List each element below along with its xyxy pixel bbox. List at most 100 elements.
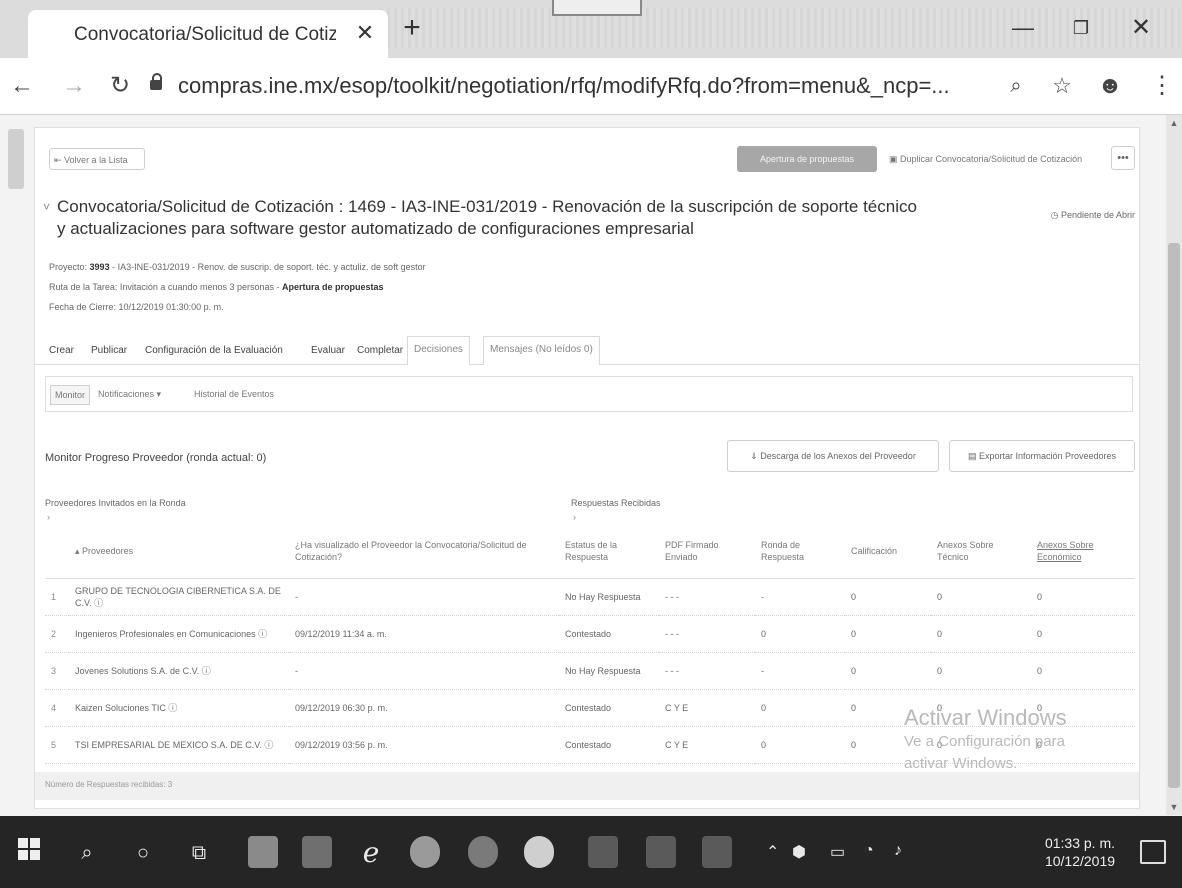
tab-close-icon[interactable]: ✕ [350, 18, 380, 48]
download-attachments-button[interactable]: ⇓ Descarga de los Anexos del Proveedor [727, 440, 939, 472]
tray-overflow-icon[interactable]: ⌃ [766, 842, 779, 862]
col-header-status: Estatus de la Respuesta [559, 524, 659, 579]
export-icon: ▤ [967, 451, 979, 461]
chrome-icon[interactable] [410, 836, 440, 868]
response-status: Contestado [559, 689, 659, 727]
scroll-down-icon[interactable]: ▼ [1168, 801, 1180, 813]
duplicate-rfq-button[interactable]: ▣ Duplicar Convocatoria/Solicitud de Cot… [889, 150, 1103, 168]
economic-attachments: 0 [1031, 689, 1135, 727]
response-status: Contestado [559, 615, 659, 653]
duplicate-icon: ▣ [889, 154, 901, 164]
skype-icon[interactable] [524, 836, 554, 868]
route-label: Ruta de la Tarea: [49, 282, 118, 292]
scroll-thumb[interactable] [1168, 243, 1180, 788]
tab-crear[interactable]: Crear [49, 340, 74, 364]
economic-attachments: 0 [1031, 652, 1135, 690]
notification-center-icon[interactable] [1140, 840, 1166, 864]
invited-label: Proveedores Invitados en la Ronda [45, 498, 186, 508]
row-index: 2 [45, 615, 69, 653]
export-suppliers-button[interactable]: ▤ Exportar Información Proveedores [949, 440, 1135, 472]
window-minimize-icon[interactable]: — [1000, 10, 1046, 46]
economic-attachments: 0 [1031, 615, 1135, 653]
subtab-historial[interactable]: Historial de Eventos [194, 385, 274, 403]
viewed-date: 09/12/2019 03:56 p. m. [289, 726, 559, 764]
tray-battery-icon[interactable]: ▭ [830, 842, 845, 862]
tab-mensajes[interactable]: Mensajes (No leídos 0) [483, 336, 600, 365]
table-row: 2 Ingenieros Profesionales en Comunicaci… [45, 615, 1135, 653]
supplier-name[interactable]: GRUPO DE TECNOLOGIA CIBERNETICA S.A. DE … [69, 578, 289, 616]
browser-tab-strip: Convocatoria/Solicitud de Cotiza ✕ + — ❐… [0, 0, 1182, 58]
open-proposals-button[interactable]: Apertura de propuestas [737, 146, 877, 172]
tray-wifi-icon[interactable]: ◔ [864, 842, 874, 860]
download-label: Descarga de los Anexos del Proveedor [760, 451, 916, 461]
taskbar-clock[interactable]: 01:33 p. m. 10/12/2019 [1026, 834, 1134, 870]
supplier-table: ▴ Proveedores ¿Ha visualizado el Proveed… [45, 524, 1135, 764]
tray-network-icon[interactable]: ⬢ [792, 842, 806, 862]
responses-count: Número de Respuestas recibidas: 3 [45, 780, 173, 789]
col-header-economic[interactable]: Anexos Sobre Económico [1031, 524, 1135, 579]
back-to-list-button[interactable]: ⇤ Volver a la Lista [49, 148, 145, 170]
subtab-monitor[interactable]: Monitor [50, 385, 91, 405]
row-index: 1 [45, 578, 69, 616]
forward-arrow-icon[interactable]: → [58, 70, 90, 102]
bookmark-star-icon[interactable]: ☆ [1046, 70, 1078, 102]
excel-icon[interactable] [646, 836, 676, 868]
tab-completar[interactable]: Completar [357, 340, 403, 364]
outlook-icon[interactable] [588, 836, 618, 868]
project-label: Proyecto: [49, 262, 88, 272]
reload-icon[interactable]: ↻ [104, 70, 136, 102]
tab-configuracion[interactable]: Configuración de la Evaluación [145, 340, 283, 364]
col-header-suppliers[interactable]: ▴ Proveedores [69, 524, 289, 579]
media-app-icon[interactable] [302, 836, 332, 868]
search-icon[interactable]: ⌕ [72, 838, 102, 868]
table-row: 5 TSI EMPRESARIAL DE MEXICO S.A. DE C.V.… [45, 726, 1135, 764]
sort-icon: ▴ [75, 546, 80, 556]
tab-evaluar[interactable]: Evaluar [311, 340, 345, 364]
collapse-chevron-icon[interactable]: ˅ [43, 200, 50, 214]
scroll-up-icon[interactable]: ▲ [1168, 117, 1180, 129]
new-tab-icon[interactable]: + [395, 12, 429, 46]
supplier-name[interactable]: Jovenes Solutions S.A. de C.V. ⓘ [69, 652, 289, 690]
response-round: - [755, 578, 845, 616]
browser-tab-active[interactable]: Convocatoria/Solicitud de Cotiza ✕ [28, 10, 388, 58]
window-notch [552, 0, 642, 16]
cortana-icon[interactable]: ○ [128, 838, 158, 868]
tab-decisiones[interactable]: Decisiones [407, 336, 470, 365]
page-title: Convocatoria/Solicitud de Cotización : 1… [57, 197, 917, 238]
viewed-date: - [289, 652, 559, 690]
tab-publicar[interactable]: Publicar [91, 340, 127, 364]
subtab-notificaciones[interactable]: Notificaciones ▾ [98, 385, 161, 403]
viewed-date: 09/12/2019 06:30 p. m. [289, 689, 559, 727]
lock-icon[interactable] [150, 73, 162, 90]
response-status: Contestado [559, 726, 659, 764]
window-restore-icon[interactable]: ❐ [1058, 10, 1104, 46]
account-icon[interactable]: ☻ [1094, 70, 1126, 102]
zoom-icon[interactable]: ⌕ [1000, 70, 1032, 102]
received-label: Respuestas Recibidas [571, 498, 661, 508]
chevron-down-icon: ▾ [156, 389, 162, 399]
more-actions-button[interactable]: ••• [1111, 146, 1135, 170]
internet-explorer-icon[interactable]: ℯ [356, 838, 386, 868]
technical-attachments: 0 [931, 726, 1031, 764]
invited-chevron-icon[interactable]: › [47, 512, 50, 522]
row-index: 3 [45, 652, 69, 690]
back-arrow-icon[interactable]: ← [6, 70, 38, 102]
received-chevron-icon[interactable]: › [573, 512, 576, 522]
file-explorer-icon[interactable] [248, 836, 278, 868]
window-close-icon[interactable]: ✕ [1118, 10, 1164, 46]
score: 0 [845, 652, 931, 690]
supplier-name[interactable]: Kaizen Soluciones TIC ⓘ [69, 689, 289, 727]
response-round: - [755, 652, 845, 690]
windows-start-icon[interactable] [14, 838, 44, 868]
tray-volume-icon[interactable]: ♪ [894, 842, 902, 860]
task-view-icon[interactable]: ⧉ [184, 838, 214, 868]
address-bar[interactable]: compras.ine.mx/esop/toolkit/negotiation/… [178, 70, 978, 102]
browser-app-icon[interactable] [468, 836, 498, 868]
supplier-name[interactable]: Ingenieros Profesionales en Comunicacion… [69, 615, 289, 653]
row-index: 5 [45, 726, 69, 764]
word-icon[interactable] [702, 836, 732, 868]
page-scrollbar[interactable]: ▲ ▼ [1166, 115, 1182, 815]
browser-menu-icon[interactable]: ⋮ [1146, 70, 1178, 102]
supplier-name[interactable]: TSI EMPRESARIAL DE MEXICO S.A. DE C.V. ⓘ [69, 726, 289, 764]
side-panel-handle[interactable] [8, 129, 24, 189]
